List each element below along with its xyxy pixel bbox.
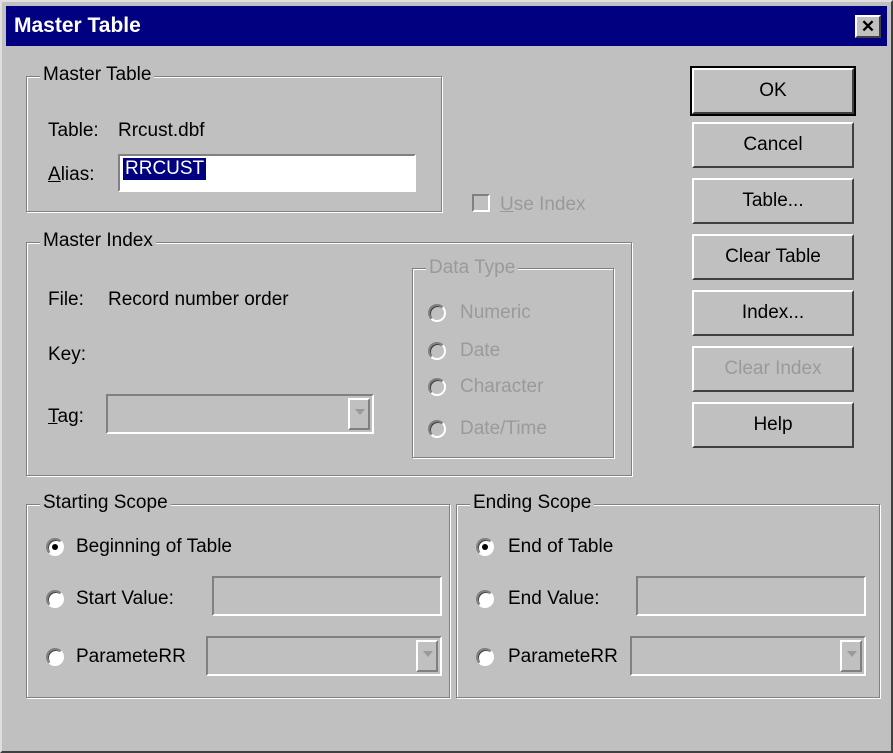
- tag-combobox[interactable]: [106, 394, 374, 434]
- table-button-label: Table...: [742, 190, 804, 211]
- table-button[interactable]: Table...: [692, 178, 854, 224]
- data-type-legend: Data Type: [426, 257, 519, 279]
- index-button[interactable]: Index...: [692, 290, 854, 336]
- file-value: Record number order: [108, 289, 289, 310]
- file-label: File:: [48, 289, 84, 310]
- key-label: Key:: [48, 344, 87, 365]
- ok-button[interactable]: OK: [690, 66, 856, 116]
- numeric-radio[interactable]: [428, 304, 446, 322]
- datetime-radio[interactable]: [428, 420, 446, 438]
- beginning-of-table-radio[interactable]: [46, 538, 64, 556]
- use-index-label: Use Index: [500, 194, 586, 215]
- master-table-dialog: Master Table ✕ Master Table Table: Rrcus…: [0, 0, 893, 753]
- clear-table-label: Clear Table: [725, 246, 821, 267]
- cancel-label: Cancel: [743, 134, 803, 155]
- dropdown-arrow-icon[interactable]: [348, 398, 370, 430]
- end-parameter-radio[interactable]: [476, 648, 494, 666]
- alias-label: Alias:: [48, 164, 95, 185]
- dropdown-arrow-icon[interactable]: [416, 640, 438, 672]
- help-button[interactable]: Help: [692, 402, 854, 448]
- date-label: Date: [460, 340, 501, 361]
- starting-scope-legend: Starting Scope: [40, 492, 171, 514]
- end-of-table-label: End of Table: [508, 536, 614, 557]
- start-parameter-combobox[interactable]: [206, 636, 442, 676]
- ending-scope-legend: Ending Scope: [470, 492, 595, 514]
- end-value-label: End Value:: [508, 588, 600, 609]
- start-parameter-label: ParameteRR: [76, 646, 186, 667]
- date-radio[interactable]: [428, 342, 446, 360]
- tag-label: Tag:: [48, 406, 84, 427]
- cancel-button[interactable]: Cancel: [692, 122, 854, 168]
- use-index-checkbox[interactable]: [472, 194, 490, 212]
- clear-table-button[interactable]: Clear Table: [692, 234, 854, 280]
- character-label: Character: [460, 376, 544, 397]
- alias-value: RRCUST: [123, 158, 207, 180]
- start-value-input[interactable]: [212, 576, 442, 616]
- beginning-of-table-label: Beginning of Table: [76, 536, 232, 557]
- index-button-label: Index...: [741, 302, 805, 323]
- close-button[interactable]: ✕: [855, 15, 881, 38]
- close-icon: ✕: [860, 17, 876, 36]
- datetime-label: Date/Time: [460, 418, 547, 439]
- end-parameter-combobox[interactable]: [630, 636, 866, 676]
- ok-label: OK: [759, 80, 787, 101]
- start-value-label: Start Value:: [76, 588, 174, 609]
- start-value-radio[interactable]: [46, 590, 64, 608]
- title-bar[interactable]: Master Table ✕: [6, 6, 887, 46]
- end-value-radio[interactable]: [476, 590, 494, 608]
- table-value: Rrcust.dbf: [118, 120, 205, 141]
- dialog-title: Master Table: [14, 14, 141, 37]
- end-parameter-label: ParameteRR: [508, 646, 618, 667]
- start-parameter-radio[interactable]: [46, 648, 64, 666]
- dropdown-arrow-icon[interactable]: [840, 640, 862, 672]
- end-value-input[interactable]: [636, 576, 866, 616]
- master-index-legend: Master Index: [40, 230, 156, 252]
- clear-index-button[interactable]: Clear Index: [692, 346, 854, 392]
- numeric-label: Numeric: [460, 302, 531, 323]
- character-radio[interactable]: [428, 378, 446, 396]
- end-of-table-radio[interactable]: [476, 538, 494, 556]
- table-label: Table:: [48, 120, 99, 141]
- alias-input[interactable]: RRCUST: [118, 154, 416, 192]
- master-table-legend: Master Table: [40, 64, 155, 86]
- help-label: Help: [753, 414, 793, 435]
- clear-index-label: Clear Index: [724, 358, 822, 379]
